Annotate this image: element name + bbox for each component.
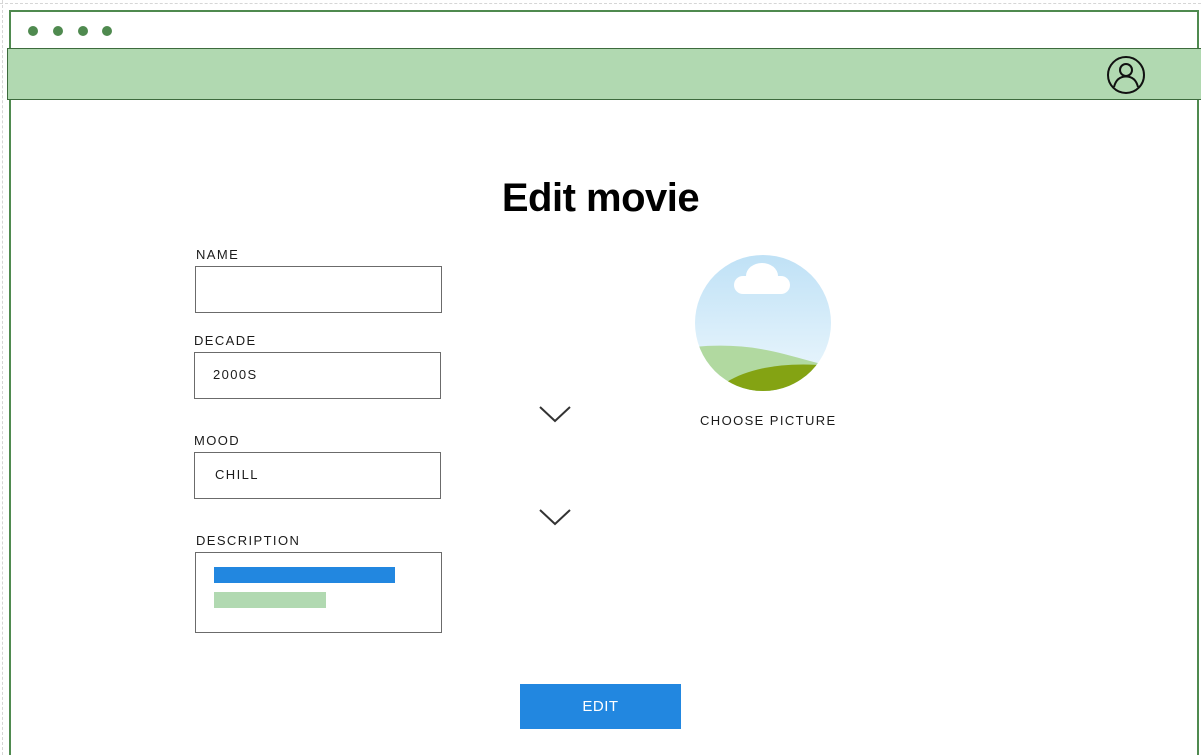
- edit-button[interactable]: EDIT: [520, 684, 681, 729]
- name-input[interactable]: [195, 266, 442, 313]
- mood-select[interactable]: CHILL: [194, 452, 441, 499]
- text-placeholder-line-1: [214, 567, 395, 583]
- window-dot-3: [78, 26, 88, 36]
- description-textarea[interactable]: [195, 552, 442, 633]
- window-dot-4: [102, 26, 112, 36]
- window-dot-2: [53, 26, 63, 36]
- mood-chevron-down-icon[interactable]: [538, 507, 572, 527]
- choose-picture-button[interactable]: CHOOSE PICTURE: [700, 413, 860, 428]
- decade-label: DECADE: [194, 333, 257, 348]
- browser-window: [7, 10, 1201, 755]
- user-circle-icon[interactable]: [1106, 55, 1146, 95]
- guide-line-top: [0, 3, 1201, 4]
- decade-chevron-down-icon[interactable]: [538, 404, 572, 424]
- text-placeholder-line-2: [214, 592, 326, 608]
- guide-line-left: [2, 0, 3, 755]
- window-titlebar: [11, 12, 1197, 48]
- mood-label: MOOD: [194, 433, 241, 448]
- top-navbar: [7, 48, 1201, 100]
- name-label: NAME: [196, 247, 240, 262]
- decade-select[interactable]: 2000S: [194, 352, 441, 399]
- page-canvas: Edit movie NAME DECADE 2000S MOOD CHILL …: [0, 0, 1201, 755]
- description-label: DESCRIPTION: [196, 533, 301, 548]
- window-dot-1: [28, 26, 38, 36]
- page-title: Edit movie: [501, 176, 700, 220]
- landscape-image-icon[interactable]: [694, 254, 832, 392]
